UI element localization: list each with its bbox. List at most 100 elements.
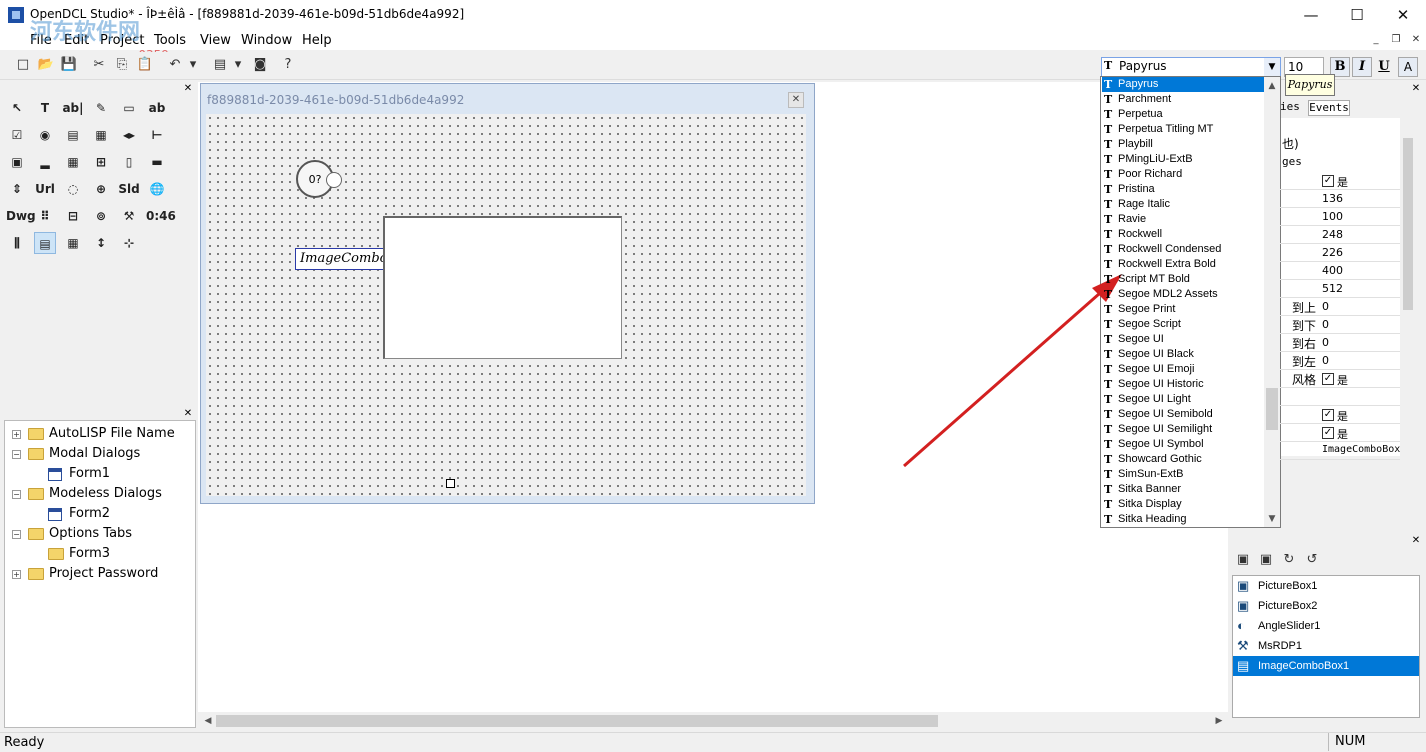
form-icon[interactable]: ▤ xyxy=(211,56,229,74)
font-list-item[interactable]: T Segoe UI Historic xyxy=(1102,377,1264,392)
object-list-item[interactable]: ▤ ImageComboBox1 xyxy=(1233,656,1419,676)
toolbox-tool-icon[interactable]: Dwg xyxy=(6,205,36,227)
rotate-icon[interactable]: ↻ xyxy=(1280,551,1298,569)
tree-expander-icon[interactable]: + xyxy=(12,570,21,579)
font-list-item[interactable]: T Showcard Gothic xyxy=(1102,452,1264,467)
toolbox-tool-icon[interactable]: ◌ xyxy=(62,178,84,200)
toolbox-tool-icon[interactable]: ⊹ xyxy=(118,232,140,254)
open-icon[interactable]: 📂 xyxy=(37,56,55,74)
object-list-item[interactable]: ▣ PictureBox1 xyxy=(1233,576,1419,596)
camera-icon[interactable]: ◙ xyxy=(251,56,269,74)
toolbox-tool-icon[interactable]: T xyxy=(34,97,56,119)
font-list-item[interactable]: T Papyrus xyxy=(1102,77,1264,92)
object-list-item[interactable]: ▣ PictureBox2 xyxy=(1233,596,1419,616)
font-list-item[interactable]: T Segoe UI Semibold xyxy=(1102,407,1264,422)
tree-expander-icon[interactable]: − xyxy=(12,490,21,499)
toolbox-tool-icon[interactable]: ⊚ xyxy=(90,205,112,227)
font-list-item[interactable]: T Ravie xyxy=(1102,212,1264,227)
mdi-minimize-button[interactable]: _ xyxy=(1368,32,1384,48)
checkbox-icon[interactable]: ✓ xyxy=(1322,409,1334,421)
font-list-item[interactable]: T Rockwell xyxy=(1102,227,1264,242)
help-icon[interactable]: ? xyxy=(279,56,297,74)
font-list-scrollbar[interactable] xyxy=(1264,77,1280,527)
paste-icon[interactable]: 📋 xyxy=(136,56,154,74)
object-list-item[interactable]: ⚒ MsRDP1 xyxy=(1233,636,1419,656)
save-icon[interactable]: 💾 xyxy=(60,56,78,74)
font-list-item[interactable]: T Playbill xyxy=(1102,137,1264,152)
form-close-button[interactable]: ✕ xyxy=(788,92,804,108)
italic-button[interactable]: I xyxy=(1352,57,1372,77)
undo-dropdown-icon[interactable]: ▾ xyxy=(184,56,202,74)
scroll-up-icon[interactable]: ▲ xyxy=(1266,80,1278,92)
new-icon[interactable]: □ xyxy=(14,56,32,74)
tree-close-icon[interactable]: ✕ xyxy=(183,409,193,419)
chevron-down-icon[interactable]: ▼ xyxy=(1264,58,1280,76)
toolbox-tool-icon[interactable]: ▦ xyxy=(62,232,84,254)
toolbox-tool-icon[interactable]: ↖ xyxy=(6,97,28,119)
checkbox-icon[interactable]: ✓ xyxy=(1322,427,1334,439)
toolbox-tool-icon[interactable]: ▯ xyxy=(118,151,140,173)
scroll-down-icon[interactable]: ▼ xyxy=(1266,513,1278,525)
mdi-restore-button[interactable]: ❐ xyxy=(1388,32,1404,48)
copy-icon[interactable]: ⎘ xyxy=(113,56,131,74)
underline-button[interactable]: U xyxy=(1374,57,1394,77)
font-list-item[interactable]: T Segoe UI Emoji xyxy=(1102,362,1264,377)
properties-scroll-thumb[interactable] xyxy=(1403,138,1413,310)
toolbox-tool-icon[interactable]: ◉ xyxy=(34,124,56,146)
tree-expander-icon[interactable]: + xyxy=(12,430,21,439)
toolbox-tool-icon[interactable]: ⫼ xyxy=(6,232,28,254)
font-list-item[interactable]: T Sitka Banner xyxy=(1102,482,1264,497)
properties-close-icon[interactable]: ✕ xyxy=(1411,84,1421,94)
objects-close-icon[interactable]: ✕ xyxy=(1411,536,1421,546)
font-list-item[interactable]: T Poor Richard xyxy=(1102,167,1264,182)
send-back-icon[interactable]: ▣ xyxy=(1257,551,1275,569)
toolbox-tool-icon[interactable]: ⊞ xyxy=(90,151,112,173)
toolbox-tool-icon[interactable]: ▦ xyxy=(90,124,112,146)
font-list-item[interactable]: T Segoe Print xyxy=(1102,302,1264,317)
toolbox-tool-icon[interactable]: Sld xyxy=(118,178,140,200)
horizontal-scroll-thumb[interactable] xyxy=(216,715,938,727)
minimize-button[interactable]: — xyxy=(1288,0,1334,30)
font-list-item[interactable]: T Segoe UI Black xyxy=(1102,347,1264,362)
font-list-item[interactable]: T Script MT Bold xyxy=(1102,272,1264,287)
font-list-item[interactable]: T Segoe MDL2 Assets xyxy=(1102,287,1264,302)
font-list-item[interactable]: T Perpetua Titling MT xyxy=(1102,122,1264,137)
font-list-item[interactable]: T PMingLiU-ExtB xyxy=(1102,152,1264,167)
tree-expander-icon[interactable]: − xyxy=(12,450,21,459)
toolbox-tool-icon[interactable]: ✎ xyxy=(90,97,112,119)
toolbox-tool-icon[interactable]: ↕ xyxy=(90,232,112,254)
angle-slider-knob[interactable] xyxy=(326,172,342,188)
undo-icon[interactable]: ↶ xyxy=(166,56,184,74)
cut-icon[interactable]: ✂ xyxy=(90,56,108,74)
font-list-item[interactable]: T Segoe UI xyxy=(1102,332,1264,347)
font-list-item[interactable]: T Sitka Heading xyxy=(1102,512,1264,527)
toolbox-tool-icon[interactable]: ab xyxy=(146,97,168,119)
toolbox-tool-icon[interactable]: ⊕ xyxy=(90,178,112,200)
font-list-item[interactable]: T Segoe UI Light xyxy=(1102,392,1264,407)
font-list-scroll-thumb[interactable] xyxy=(1266,388,1278,430)
dropdown-icon[interactable]: ▾ xyxy=(229,56,247,74)
menu-help[interactable]: Help xyxy=(302,33,332,48)
tree-expander-icon[interactable]: − xyxy=(12,530,21,539)
tab-events[interactable]: Events xyxy=(1308,100,1350,116)
toolbox-tool-icon[interactable]: ▂ xyxy=(34,151,56,173)
menu-window[interactable]: Window xyxy=(241,33,292,48)
toolbox-tool-icon[interactable]: ◂▸ xyxy=(118,124,140,146)
image-combo-control[interactable]: ImageComboBox xyxy=(295,248,387,270)
toolbox-tool-icon[interactable]: ▤ xyxy=(62,124,84,146)
font-list-item[interactable]: T Rockwell Extra Bold xyxy=(1102,257,1264,272)
toolbox-tool-icon[interactable]: ▬ xyxy=(146,151,168,173)
toolbox-tool-icon[interactable]: ⊟ xyxy=(62,205,84,227)
toolbox-tool-icon[interactable]: 🌐 xyxy=(146,178,168,200)
toolbox-tool-icon[interactable]: ▣ xyxy=(6,151,28,173)
tab-properties[interactable]: ies xyxy=(1280,100,1308,116)
scroll-right-icon[interactable]: ▶ xyxy=(1213,715,1225,727)
font-list-item[interactable]: T Segoe UI Symbol xyxy=(1102,437,1264,452)
font-list-item[interactable]: T Rockwell Condensed xyxy=(1102,242,1264,257)
form-resize-handle[interactable] xyxy=(446,479,455,488)
toolbox-tool-icon[interactable]: ⊢ xyxy=(146,124,168,146)
bring-front-icon[interactable]: ▣ xyxy=(1234,551,1252,569)
toolbox-tool-icon[interactable]: ⚒ xyxy=(118,205,140,227)
toolbox-tool-icon[interactable]: ▤ xyxy=(34,232,56,254)
toolbox-tool-icon[interactable]: 0:46 xyxy=(146,205,176,227)
